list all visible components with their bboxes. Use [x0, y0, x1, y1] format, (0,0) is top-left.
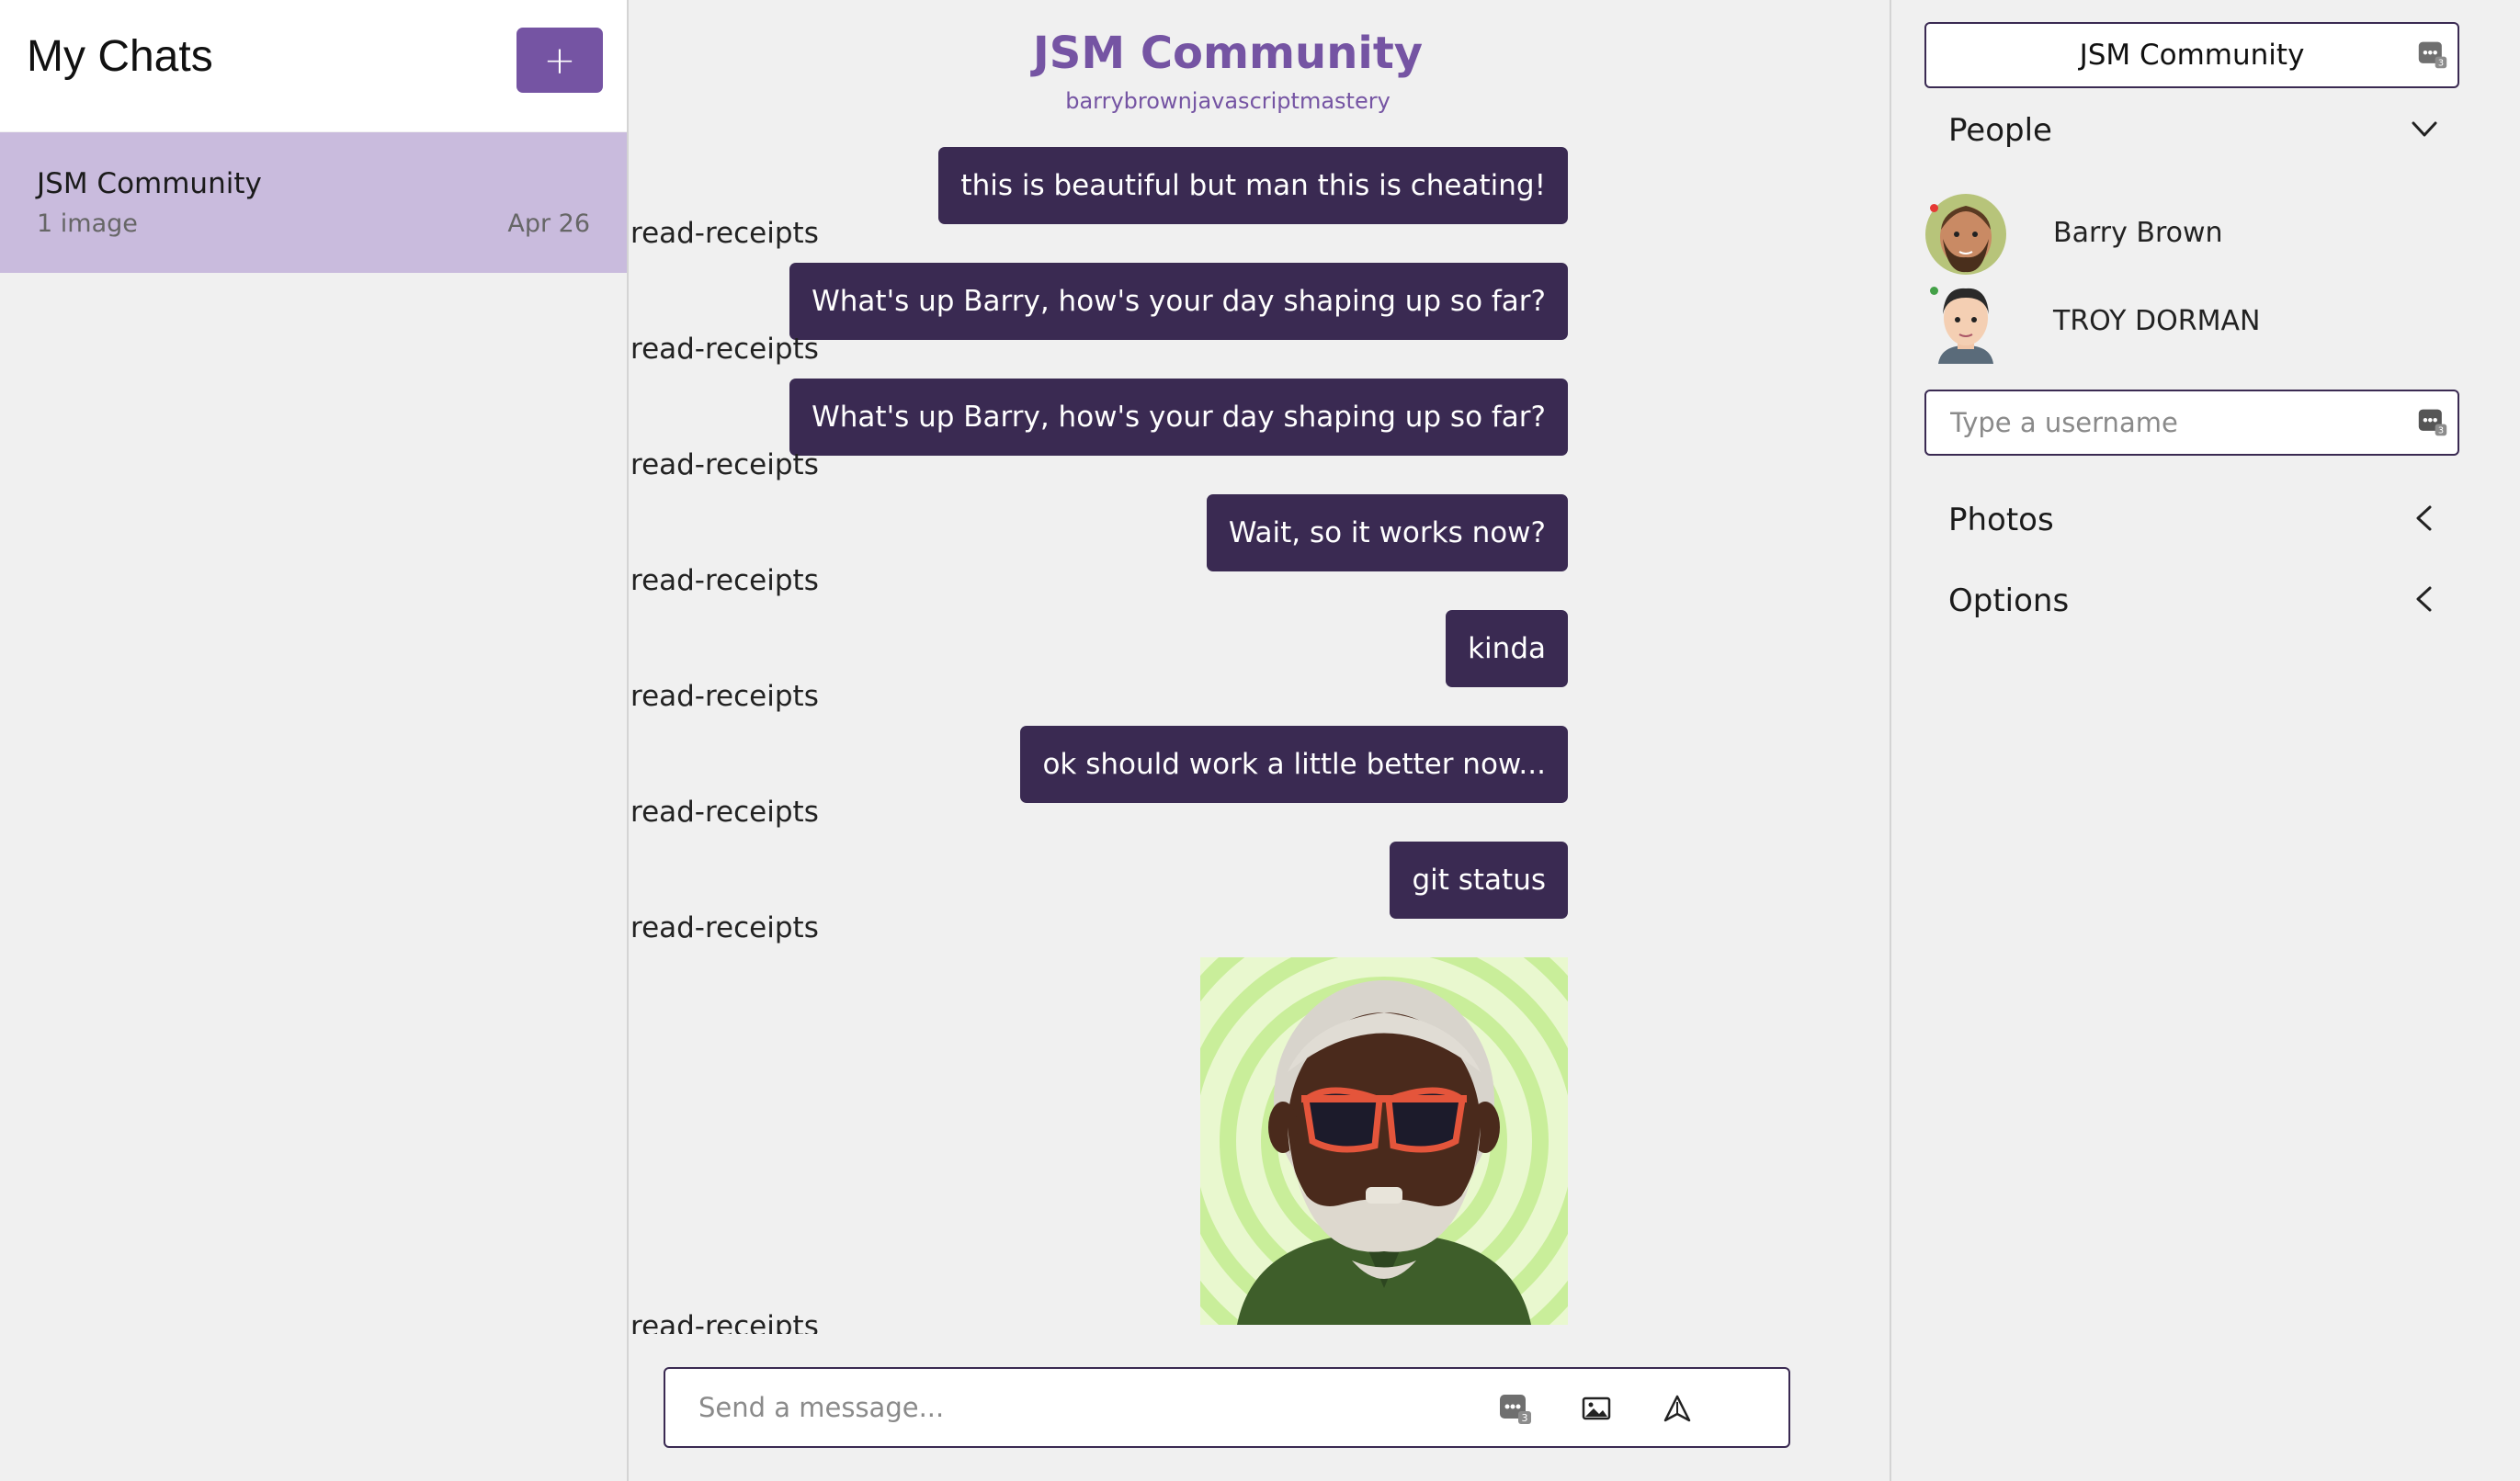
- avatar-illustration: [1200, 957, 1568, 1325]
- image-icon[interactable]: [1579, 1391, 1614, 1426]
- chat-subtitle: barrybrownjavascriptmastery: [1065, 88, 1391, 114]
- chat-list-header: My Chats +: [0, 0, 627, 131]
- chat-list-panel: My Chats + JSM Community 1 image Apr 26: [0, 0, 629, 1481]
- presence-dot: [1930, 204, 1938, 212]
- chat-app: My Chats + JSM Community 1 image Apr 26 …: [0, 0, 2520, 1481]
- chevron-left-icon[interactable]: [2406, 500, 2443, 537]
- message-composer: 3: [664, 1367, 1790, 1448]
- svg-text:3: 3: [2438, 426, 2444, 436]
- chat-card[interactable]: JSM Community 1 image Apr 26: [0, 132, 627, 273]
- message-image[interactable]: [1200, 957, 1568, 1325]
- person-name: Barry Brown: [2053, 217, 2223, 249]
- grammarly-icon[interactable]: 3: [2417, 39, 2448, 70]
- chat-title: JSM Community: [1032, 28, 1424, 79]
- read-receipts: read-receipts: [630, 333, 819, 366]
- svg-text:3: 3: [1522, 1412, 1528, 1424]
- person-row[interactable]: TROY DORMAN: [1924, 281, 2476, 364]
- read-receipts: read-receipts: [630, 217, 819, 250]
- message-bubble: this is beautiful but man this is cheati…: [938, 147, 1568, 224]
- photos-section-header[interactable]: Photos: [1948, 502, 2054, 538]
- message-bubble: ok should work a little better now...: [1020, 726, 1568, 803]
- read-receipts: read-receipts: [630, 680, 819, 713]
- message-bubble: Wait, so it works now?: [1206, 494, 1568, 571]
- chat-settings-panel: 3 People Barry Brown: [1890, 0, 2520, 1481]
- chat-card-title: JSM Community: [37, 167, 262, 200]
- new-chat-button[interactable]: +: [516, 28, 603, 93]
- presence-dot: [1930, 287, 1938, 295]
- read-receipts: read-receipts: [630, 796, 819, 829]
- read-receipts: read-receipts: [630, 564, 819, 597]
- chat-card-last-message: 1 image: [37, 209, 138, 238]
- read-receipts: read-receipts: [630, 911, 819, 944]
- message-bubble: git status: [1390, 842, 1568, 919]
- chevron-down-icon[interactable]: [2406, 110, 2443, 147]
- person-row[interactable]: Barry Brown: [1924, 193, 2476, 276]
- send-icon[interactable]: [1660, 1391, 1695, 1426]
- options-section-header[interactable]: Options: [1948, 582, 2069, 619]
- message-bubble: What's up Barry, how's your day shaping …: [789, 379, 1568, 456]
- grammarly-icon[interactable]: 3: [1498, 1391, 1533, 1426]
- message-input[interactable]: [698, 1369, 1452, 1446]
- chat-list-title: My Chats: [27, 32, 213, 81]
- chat-feed: JSM Community barrybrownjavascriptmaster…: [630, 0, 1890, 1481]
- svg-text:3: 3: [2438, 59, 2444, 69]
- people-section-header[interactable]: People: [1948, 112, 2052, 149]
- username-input[interactable]: [1924, 390, 2459, 456]
- chat-title-input[interactable]: [1924, 22, 2459, 88]
- read-receipts: read-receipts: [630, 1310, 819, 1334]
- grammarly-icon[interactable]: 3: [2417, 406, 2448, 437]
- message-list[interactable]: this is beautiful but man this is cheati…: [630, 138, 1890, 1334]
- message-bubble: kinda: [1446, 610, 1568, 687]
- read-receipts: read-receipts: [630, 448, 819, 481]
- chevron-left-icon[interactable]: [2406, 581, 2443, 617]
- chat-card-date: Apr 26: [507, 209, 590, 238]
- message-bubble: What's up Barry, how's your day shaping …: [789, 263, 1568, 340]
- person-name: TROY DORMAN: [2053, 305, 2261, 337]
